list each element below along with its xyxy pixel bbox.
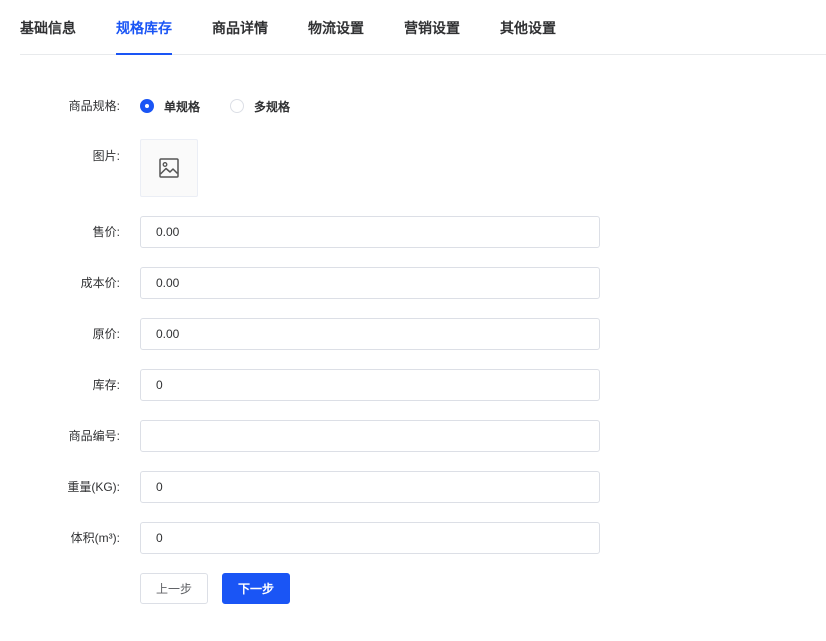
tab-product-details[interactable]: 商品详情	[212, 0, 268, 54]
product-edit-page: 基础信息 规格库存 商品详情 物流设置 营销设置 其他设置 商品规格: 单规格 …	[0, 0, 826, 641]
sku-code-input[interactable]	[140, 420, 600, 452]
tab-bar: 基础信息 规格库存 商品详情 物流设置 营销设置 其他设置	[20, 0, 826, 55]
radio-single-spec[interactable]: 单规格	[140, 97, 200, 115]
stock-label: 库存:	[92, 378, 120, 392]
radio-unchecked-icon	[230, 99, 244, 113]
tab-other-settings[interactable]: 其他设置	[500, 0, 556, 54]
price-input[interactable]	[140, 216, 600, 248]
image-label: 图片:	[92, 149, 120, 163]
radio-single-spec-label: 单规格	[164, 99, 201, 114]
volume-label: 体积(m³):	[70, 531, 120, 545]
weight-label: 重量(KG):	[67, 480, 120, 494]
image-uploader[interactable]	[140, 139, 198, 197]
spec-label: 商品规格:	[68, 99, 120, 113]
prev-step-button[interactable]: 上一步	[140, 573, 208, 604]
radio-multi-spec-label: 多规格	[254, 99, 291, 114]
sku-code-label: 商品编号:	[68, 429, 120, 443]
next-step-button[interactable]: 下一步	[222, 573, 290, 604]
radio-multi-spec[interactable]: 多规格	[230, 97, 290, 115]
original-price-input[interactable]	[140, 318, 600, 350]
stock-input[interactable]	[140, 369, 600, 401]
volume-input[interactable]	[140, 522, 600, 554]
radio-checked-icon	[140, 99, 154, 113]
weight-input[interactable]	[140, 471, 600, 503]
image-placeholder-icon	[159, 158, 179, 178]
price-label: 售价:	[92, 225, 120, 239]
cost-input[interactable]	[140, 267, 600, 299]
tab-basic-info[interactable]: 基础信息	[20, 0, 76, 54]
original-price-label: 原价:	[92, 327, 120, 341]
tab-logistics-settings[interactable]: 物流设置	[308, 0, 364, 54]
cost-label: 成本价:	[80, 276, 120, 290]
tab-marketing-settings[interactable]: 营销设置	[404, 0, 460, 54]
tab-spec-stock[interactable]: 规格库存	[116, 0, 172, 55]
